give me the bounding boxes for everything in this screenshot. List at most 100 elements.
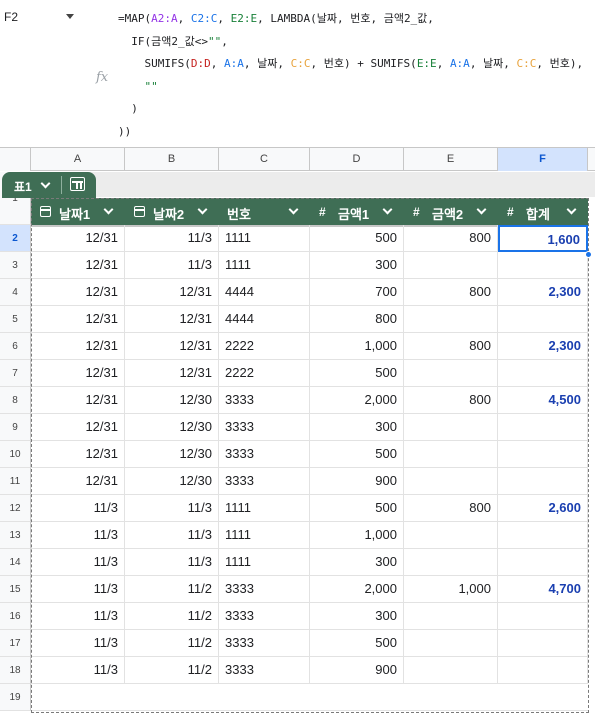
cell-b5[interactable]: 12/31 — [125, 306, 219, 333]
cell-d8[interactable]: 2,000 — [310, 387, 404, 414]
cell-d10[interactable]: 500 — [310, 441, 404, 468]
chevron-down-icon[interactable] — [197, 204, 208, 215]
cell-c7[interactable]: 2222 — [219, 360, 310, 387]
cell-b13[interactable]: 11/3 — [125, 522, 219, 549]
cell-b4[interactable]: 12/31 — [125, 279, 219, 306]
cell-a15[interactable]: 11/3 — [31, 576, 125, 603]
cell-f13[interactable] — [498, 522, 588, 549]
cell-c11[interactable]: 3333 — [219, 468, 310, 495]
cell-d3[interactable]: 300 — [310, 252, 404, 279]
cell-f6[interactable]: 2,300 — [498, 333, 588, 360]
row-header[interactable]: 10 — [0, 441, 31, 468]
cell-e18[interactable] — [404, 657, 498, 684]
cell-d7[interactable]: 500 — [310, 360, 404, 387]
table-view-icon[interactable] — [70, 177, 85, 191]
cell-a17[interactable]: 11/3 — [31, 630, 125, 657]
cell-b16[interactable]: 11/2 — [125, 603, 219, 630]
cell-c13[interactable]: 1111 — [219, 522, 310, 549]
row-header[interactable]: 4 — [0, 279, 31, 306]
cell-a11[interactable]: 12/31 — [31, 468, 125, 495]
table-column-header[interactable]: # 금액2 — [404, 198, 498, 225]
selection-fill-handle[interactable] — [585, 251, 592, 258]
cell-b15[interactable]: 11/2 — [125, 576, 219, 603]
cell-e17[interactable] — [404, 630, 498, 657]
row-header[interactable]: 2 — [0, 225, 31, 252]
cell-c5[interactable]: 4444 — [219, 306, 310, 333]
cell-c6[interactable]: 2222 — [219, 333, 310, 360]
cell-a13[interactable]: 11/3 — [31, 522, 125, 549]
cell-f16[interactable] — [498, 603, 588, 630]
cell-d17[interactable]: 500 — [310, 630, 404, 657]
table-column-header[interactable]: 번호 — [219, 198, 310, 225]
cell-f3[interactable] — [498, 252, 588, 279]
cell-e2[interactable]: 800 — [404, 225, 498, 252]
cell-f12[interactable]: 2,600 — [498, 495, 588, 522]
cell-e6[interactable]: 800 — [404, 333, 498, 360]
row-header[interactable]: 8 — [0, 387, 31, 414]
cell-a3[interactable]: 12/31 — [31, 252, 125, 279]
cell-f7[interactable] — [498, 360, 588, 387]
row-header[interactable]: 19 — [0, 684, 31, 711]
chevron-down-icon[interactable] — [103, 204, 114, 215]
cell-a8[interactable]: 12/31 — [31, 387, 125, 414]
cell-e13[interactable] — [404, 522, 498, 549]
cell-d9[interactable]: 300 — [310, 414, 404, 441]
cell-a18[interactable]: 11/3 — [31, 657, 125, 684]
chevron-down-icon[interactable] — [40, 178, 51, 189]
cell-c14[interactable]: 1111 — [219, 549, 310, 576]
table-tab[interactable]: 표1 — [2, 172, 96, 198]
cell-e3[interactable] — [404, 252, 498, 279]
cell-e5[interactable] — [404, 306, 498, 333]
row-header[interactable]: 7 — [0, 360, 31, 387]
cell-c9[interactable]: 3333 — [219, 414, 310, 441]
name-box-dropdown-icon[interactable] — [66, 14, 74, 19]
cell-d11[interactable]: 900 — [310, 468, 404, 495]
row-header[interactable]: 13 — [0, 522, 31, 549]
cell-c4[interactable]: 4444 — [219, 279, 310, 306]
cell-d13[interactable]: 1,000 — [310, 522, 404, 549]
table-column-header[interactable]: 날짜2 — [125, 198, 219, 225]
cell-c10[interactable]: 3333 — [219, 441, 310, 468]
cell-b9[interactable]: 12/30 — [125, 414, 219, 441]
cell-d5[interactable]: 800 — [310, 306, 404, 333]
column-header-f[interactable]: F — [498, 148, 588, 171]
cell-e7[interactable] — [404, 360, 498, 387]
cell-b10[interactable]: 12/30 — [125, 441, 219, 468]
cell-e15[interactable]: 1,000 — [404, 576, 498, 603]
cell-d12[interactable]: 500 — [310, 495, 404, 522]
row-header[interactable]: 11 — [0, 468, 31, 495]
chevron-down-icon[interactable] — [476, 204, 487, 215]
cell-b6[interactable]: 12/31 — [125, 333, 219, 360]
cell-a5[interactable]: 12/31 — [31, 306, 125, 333]
row-header[interactable]: 6 — [0, 333, 31, 360]
cell-d4[interactable]: 700 — [310, 279, 404, 306]
cell-d2[interactable]: 500 — [310, 225, 404, 252]
cell-a6[interactable]: 12/31 — [31, 333, 125, 360]
cell-e11[interactable] — [404, 468, 498, 495]
cell-c2[interactable]: 1111 — [219, 225, 310, 252]
cell-a16[interactable]: 11/3 — [31, 603, 125, 630]
column-header-d[interactable]: D — [310, 148, 404, 171]
cell-b7[interactable]: 12/31 — [125, 360, 219, 387]
cell-e9[interactable] — [404, 414, 498, 441]
cell-e8[interactable]: 800 — [404, 387, 498, 414]
cell-f17[interactable] — [498, 630, 588, 657]
select-all-corner[interactable] — [0, 148, 31, 171]
name-box[interactable]: F2 — [4, 10, 18, 24]
cell-f15[interactable]: 4,700 — [498, 576, 588, 603]
cell-e4[interactable]: 800 — [404, 279, 498, 306]
cell-f2[interactable]: 1,600 — [498, 225, 588, 252]
cell-b11[interactable]: 12/30 — [125, 468, 219, 495]
cell-d6[interactable]: 1,000 — [310, 333, 404, 360]
cell-a4[interactable]: 12/31 — [31, 279, 125, 306]
column-header-e[interactable]: E — [404, 148, 498, 171]
cell-d15[interactable]: 2,000 — [310, 576, 404, 603]
row-header[interactable]: 18 — [0, 657, 31, 684]
row-header[interactable]: 3 — [0, 252, 31, 279]
chevron-down-icon[interactable] — [566, 204, 577, 215]
cell-e12[interactable]: 800 — [404, 495, 498, 522]
column-header-a[interactable]: A — [31, 148, 125, 171]
cell-b12[interactable]: 11/3 — [125, 495, 219, 522]
cell-a7[interactable]: 12/31 — [31, 360, 125, 387]
cell-e10[interactable] — [404, 441, 498, 468]
